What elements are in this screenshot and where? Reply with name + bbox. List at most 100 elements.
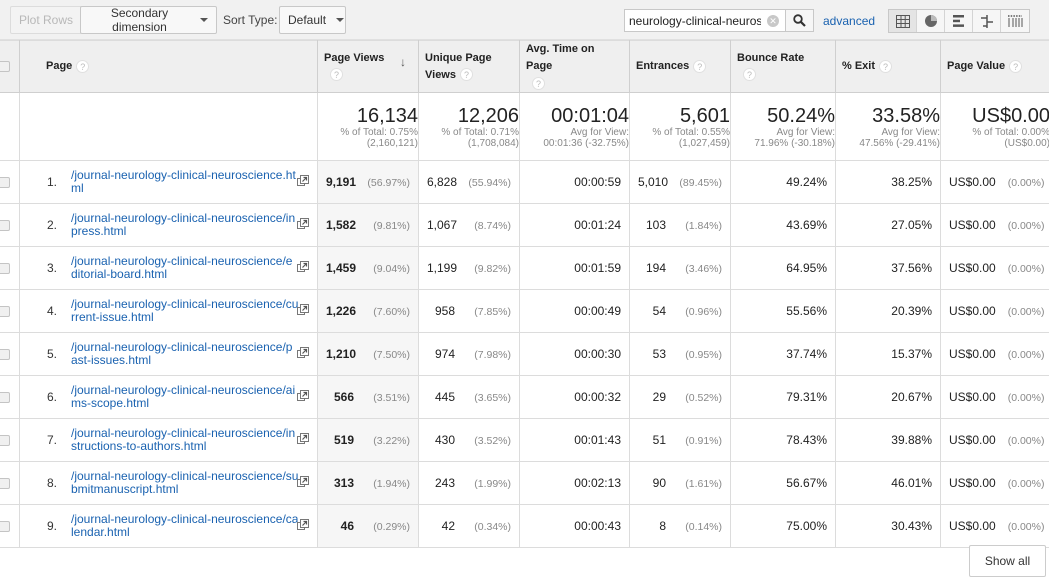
bounce-rate-cell: 37.74% <box>730 332 836 376</box>
exit-cell: 20.39% <box>835 289 941 333</box>
column-header-unique-pageviews[interactable]: Unique Page Views? <box>418 40 520 93</box>
view-comparison-button[interactable] <box>973 10 1001 32</box>
unique-pageviews-percent: (1.99%) <box>474 478 511 490</box>
help-icon[interactable]: ? <box>1009 59 1023 73</box>
exit-cell: 38.25% <box>835 160 941 204</box>
plot-rows-button[interactable]: Plot Rows <box>10 6 83 34</box>
open-external-icon[interactable] <box>297 390 309 405</box>
secondary-dimension-dropdown[interactable]: Secondary dimension <box>80 6 217 34</box>
view-pie-button[interactable] <box>917 10 945 32</box>
entrances-value: 51 <box>652 433 666 447</box>
unique-pageviews-percent: (8.74%) <box>474 220 511 232</box>
open-external-icon[interactable] <box>297 175 309 190</box>
filter-input[interactable] <box>625 10 765 31</box>
help-icon[interactable]: ? <box>693 59 707 73</box>
help-icon[interactable]: ? <box>330 68 343 82</box>
open-external-icon[interactable] <box>297 261 309 276</box>
unique-pageviews-value: 445 <box>434 390 455 404</box>
pageviews-cell: 46 (0.29%) <box>317 504 419 548</box>
page-link[interactable]: /journal-neurology-clinical-neuroscience… <box>71 212 299 238</box>
row-checkbox[interactable] <box>0 305 10 317</box>
advanced-filter-link[interactable]: advanced <box>823 14 875 28</box>
avg-time-cell: 00:00:49 <box>519 289 630 333</box>
unique-pageviews-cell: 445 (3.65%) <box>418 375 520 419</box>
column-header-avg-time[interactable]: Avg. Time on Page? <box>519 40 630 93</box>
row-checkbox[interactable] <box>0 348 10 360</box>
row-index: 3. <box>46 261 57 275</box>
column-header-bounce-rate[interactable]: Bounce Rate? <box>730 40 836 93</box>
page-value-cell: US$0.00 (0.00%) <box>940 461 1049 505</box>
page-link[interactable]: /journal-neurology-clinical-neuroscience… <box>71 427 299 453</box>
table-header-row: Page? Page Views ? ↓ Unique Page Views? … <box>0 40 1049 93</box>
sort-type-dropdown[interactable]: Default <box>279 6 346 34</box>
page-link[interactable]: /journal-neurology-clinical-neuroscience… <box>71 169 299 195</box>
entrances-cell: 54 (0.96%) <box>629 289 731 333</box>
page-cell: 5. /journal-neurology-clinical-neuroscie… <box>19 332 318 376</box>
column-label: Page <box>46 60 73 72</box>
page-cell: 6. /journal-neurology-clinical-neuroscie… <box>19 375 318 419</box>
pageviews-value: 46 <box>340 519 354 533</box>
pageviews-cell: 566 (3.51%) <box>317 375 419 419</box>
unique-pageviews-percent: (0.34%) <box>474 521 511 533</box>
page-link[interactable]: /journal-neurology-clinical-neuroscience… <box>71 470 299 496</box>
column-header-page[interactable]: Page? <box>19 40 318 93</box>
open-external-icon[interactable] <box>297 218 309 233</box>
row-index: 6. <box>46 390 57 404</box>
bounce-rate-cell: 75.00% <box>730 504 836 548</box>
clear-icon[interactable]: ✕ <box>767 14 779 27</box>
exit-value: 15.37% <box>891 347 932 361</box>
open-external-icon[interactable] <box>297 304 309 319</box>
view-pivot-button[interactable] <box>1001 10 1029 32</box>
page-link[interactable]: /journal-neurology-clinical-neuroscience… <box>71 255 299 281</box>
help-icon[interactable]: ? <box>460 68 473 82</box>
unique-pageviews-value: 6,828 <box>427 175 458 189</box>
page-link[interactable]: /journal-neurology-clinical-neuroscience… <box>71 298 299 324</box>
column-header-entrances[interactable]: Entrances? <box>629 40 731 93</box>
summary-empty <box>0 92 20 161</box>
exit-value: 37.56% <box>891 261 932 275</box>
view-performance-button[interactable] <box>945 10 973 32</box>
avg-time-cell: 00:00:32 <box>519 375 630 419</box>
summary-pageviews: 16,134 % of Total: 0.75% (2,160,121) <box>317 92 419 161</box>
search-button[interactable] <box>786 9 814 32</box>
view-table-button[interactable] <box>889 10 917 32</box>
select-all-checkbox[interactable] <box>0 61 10 72</box>
column-header-page-value[interactable]: Page Value? <box>940 40 1049 93</box>
help-icon[interactable]: ? <box>76 59 90 73</box>
row-checkbox[interactable] <box>0 391 10 403</box>
row-checkbox[interactable] <box>0 219 10 231</box>
avg-time-cell: 00:01:59 <box>519 246 630 290</box>
exit-cell: 30.43% <box>835 504 941 548</box>
secondary-dimension-label: Secondary dimension <box>110 6 169 34</box>
exit-value: 30.43% <box>891 519 932 533</box>
page-link[interactable]: /journal-neurology-clinical-neuroscience… <box>71 341 299 367</box>
page-cell: 8. /journal-neurology-clinical-neuroscie… <box>19 461 318 505</box>
help-icon[interactable]: ? <box>743 68 756 82</box>
row-checkbox[interactable] <box>0 477 10 489</box>
exit-cell: 46.01% <box>835 461 941 505</box>
unique-pageviews-value: 1,199 <box>427 261 458 275</box>
unique-pageviews-cell: 243 (1.99%) <box>418 461 520 505</box>
row-checkbox[interactable] <box>0 434 10 446</box>
table-grid-icon <box>895 14 910 28</box>
help-icon[interactable]: ? <box>532 76 545 90</box>
open-external-icon[interactable] <box>297 476 309 491</box>
pageviews-percent: (9.04%) <box>373 263 410 275</box>
page-link[interactable]: /journal-neurology-clinical-neuroscience… <box>71 384 299 410</box>
row-checkbox[interactable] <box>0 262 10 274</box>
row-index: 1. <box>46 175 57 189</box>
row-checkbox[interactable] <box>0 176 10 188</box>
open-external-icon[interactable] <box>297 519 309 534</box>
bounce-rate-value: 37.74% <box>786 347 827 361</box>
column-header-exit[interactable]: % Exit? <box>835 40 941 93</box>
open-external-icon[interactable] <box>297 347 309 362</box>
entrances-cell: 51 (0.91%) <box>629 418 731 462</box>
help-icon[interactable]: ? <box>879 59 893 73</box>
page-link[interactable]: /journal-neurology-clinical-neuroscience… <box>71 513 299 539</box>
pageviews-value: 566 <box>333 390 354 404</box>
row-checkbox[interactable] <box>0 520 10 532</box>
chevron-down-icon <box>336 18 345 22</box>
show-all-button[interactable]: Show all <box>969 545 1046 577</box>
column-header-pageviews[interactable]: Page Views ? ↓ <box>317 40 419 93</box>
open-external-icon[interactable] <box>297 433 309 448</box>
